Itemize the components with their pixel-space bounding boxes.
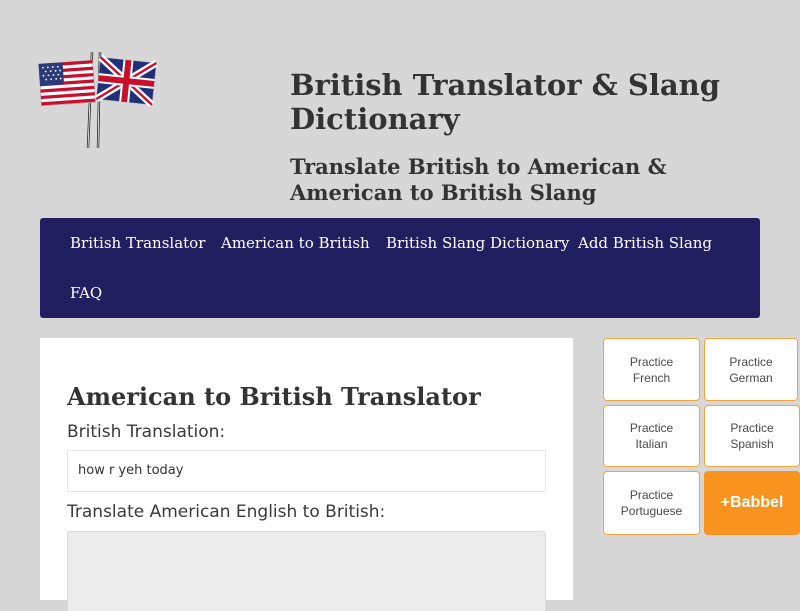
- nav-item-british-translator[interactable]: British Translator: [55, 218, 220, 268]
- nav-item-add-british-slang[interactable]: Add British Slang: [563, 218, 727, 268]
- babbel-ad: Practice French Practice German Practice It…: [600, 338, 800, 538]
- site-title[interactable]: British Translator & Slang Dictionary: [290, 68, 770, 136]
- american-text-input[interactable]: [67, 531, 546, 611]
- british-translation-output[interactable]: how r yeh today: [67, 450, 546, 492]
- main-navigation: British Translator American to British B…: [40, 218, 760, 318]
- output-label: British Translation:: [67, 422, 226, 442]
- page-title: American to British Translator: [67, 382, 481, 411]
- nav-item-american-to-british[interactable]: American to British: [206, 218, 385, 268]
- translator-panel: American to British Translator British T…: [40, 338, 573, 611]
- ad-tile-italian[interactable]: Practice Italian: [603, 405, 700, 467]
- ad-tile-german[interactable]: Practice German: [704, 338, 798, 401]
- ad-tile-french[interactable]: Practice French: [603, 338, 700, 401]
- babbel-logo-button[interactable]: +Babbel: [704, 471, 800, 535]
- ad-tile-spanish[interactable]: Practice Spanish: [704, 405, 800, 467]
- nav-item-faq[interactable]: FAQ: [55, 268, 117, 318]
- flags-logo-icon[interactable]: [38, 48, 158, 150]
- ad-tile-portuguese[interactable]: Practice Portuguese: [603, 471, 700, 535]
- site-tagline: Translate British to American & American…: [290, 154, 667, 205]
- input-label: Translate American English to British:: [67, 502, 386, 522]
- site-header: British Translator & Slang Dictionary Tr…: [0, 0, 800, 218]
- nav-item-british-slang-dictionary[interactable]: British Slang Dictionary: [371, 218, 584, 268]
